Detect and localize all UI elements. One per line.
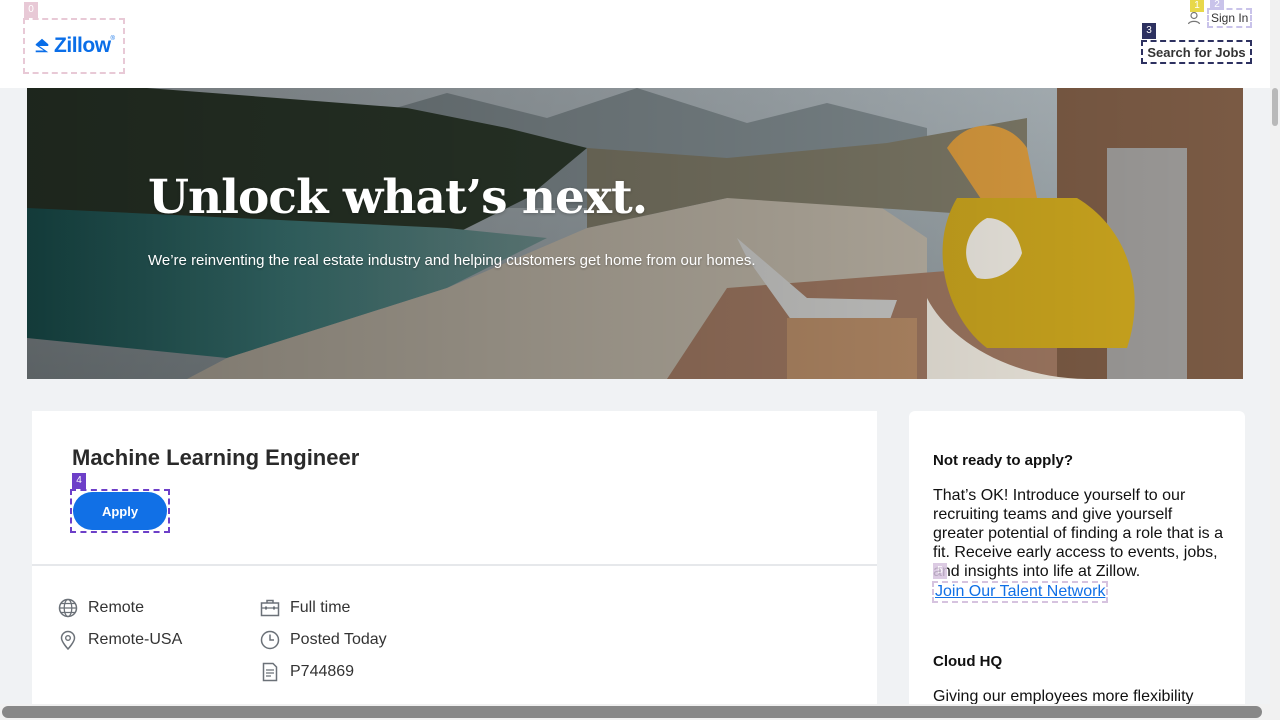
hero-image (27, 88, 1243, 379)
join-talent-network-link[interactable]: Join Our Talent Network (932, 581, 1109, 603)
map-pin-icon (60, 630, 76, 650)
search-for-jobs-button[interactable]: Search for Jobs (1141, 40, 1252, 64)
job-title: Machine Learning Engineer (72, 445, 360, 470)
meta-location: Remote-USA (58, 630, 182, 650)
zillow-logo[interactable]: Zillow ® (23, 18, 125, 74)
meta-requisition-id: P744869 (260, 662, 354, 682)
hero-subtitle: We’re reinventing the real estate indust… (148, 252, 756, 269)
job-details-card: Machine Learning Engineer Apply Remote R… (32, 411, 877, 720)
meta-location-type: Remote (58, 598, 144, 618)
posted-text: Posted Today (290, 631, 387, 648)
not-ready-body: That’s OK! Introduce yourself to our rec… (933, 487, 1223, 580)
logo-registered-mark: ® (110, 36, 115, 42)
site-header: Zillow ® 0 Sign In 1 2 Search for Jobs 3 (0, 0, 1280, 88)
annotation-tag: 0 (24, 2, 38, 18)
annotation-tag: 2 (1210, 0, 1224, 10)
annotation-tag: 3 (1142, 23, 1156, 39)
location-type-text: Remote (88, 599, 145, 616)
meta-posted: Posted Today (260, 630, 387, 650)
hero-banner: Unlock what’s next. We’re reinventing th… (27, 88, 1243, 379)
requisition-id-text: P744869 (290, 663, 355, 680)
divider (32, 564, 877, 566)
annotation-tag: 5 (933, 563, 947, 579)
zillow-logo-icon (35, 38, 49, 53)
location-text: Remote-USA (88, 631, 183, 648)
sign-in-label[interactable]: Sign In (1207, 8, 1253, 28)
apply-button[interactable]: Apply (73, 492, 167, 530)
briefcase-icon (260, 599, 280, 617)
vertical-scrollbar-thumb[interactable] (1272, 88, 1278, 126)
employment-type-text: Full time (290, 599, 351, 616)
user-icon (1187, 11, 1201, 25)
annotation-tag: 1 (1190, 0, 1204, 12)
not-ready-heading: Not ready to apply? (933, 452, 1074, 469)
meta-employment-type: Full time (260, 598, 350, 618)
horizontal-scrollbar-thumb[interactable] (2, 706, 1262, 718)
clock-icon (260, 630, 280, 650)
apply-button-frame: Apply (70, 489, 170, 533)
cloud-hq-heading: Cloud HQ (933, 653, 1003, 670)
logo-text: Zillow (54, 34, 111, 57)
hero-title: Unlock what’s next. (148, 170, 648, 225)
document-icon (262, 662, 278, 682)
annotation-tag: 4 (72, 473, 86, 489)
talent-network-card: Not ready to apply? That’s OK! Introduce… (909, 411, 1245, 720)
globe-icon (58, 598, 78, 618)
